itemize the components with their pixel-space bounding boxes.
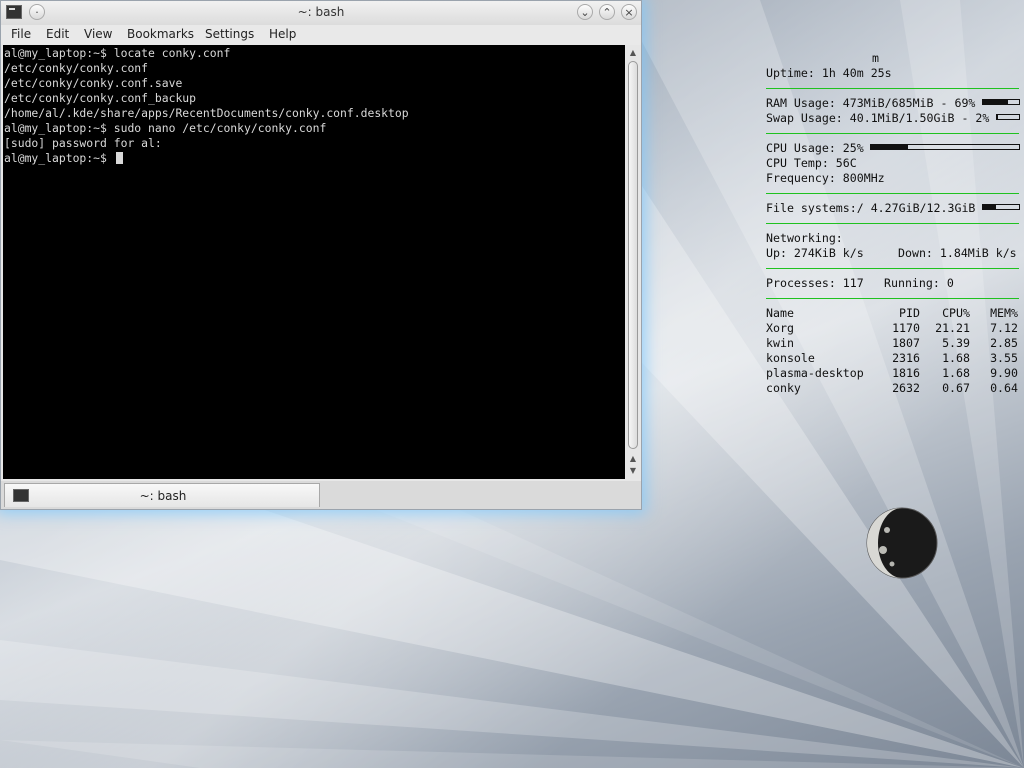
terminal-line: /home/al/.kde/share/apps/RecentDocuments… [4, 106, 409, 120]
cpu-usage: CPU Usage: 25% [766, 141, 864, 155]
terminal-line: [sudo] password for al: [4, 136, 162, 150]
conky-monitor: m Uptime: 1h 40m 25s RAM Usage: 473MiB/6… [766, 0, 1020, 400]
proc-pid: 2316 [892, 351, 920, 365]
menu-view[interactable]: View [84, 27, 112, 41]
proc-header-mem: MEM% [990, 306, 1018, 320]
scroll-down-icon[interactable]: ▼ [626, 465, 640, 477]
proc-mem: 2.85 [990, 336, 1018, 350]
proc-header-pid: PID [899, 306, 920, 320]
processes-count: Processes: 117 [766, 276, 864, 290]
terminal-line: al@my_laptop:~$ sudo nano /etc/conky/con… [4, 121, 327, 135]
conky-header: m [872, 51, 879, 65]
proc-mem: 7.12 [990, 321, 1018, 335]
cpu-bar [870, 144, 1020, 150]
minimize-button[interactable]: ⌄ [577, 4, 593, 20]
proc-mem: 0.64 [990, 381, 1018, 395]
menu-help[interactable]: Help [269, 27, 296, 41]
proc-name: kwin [766, 336, 794, 350]
divider [766, 268, 1019, 269]
tab-bash[interactable]: ~: bash [4, 483, 320, 507]
menu-edit[interactable]: Edit [46, 27, 69, 41]
cpu-bar-fill [871, 145, 908, 149]
terminal-line: /etc/conky/conky.conf.save [4, 76, 183, 90]
proc-header-cpu: CPU% [942, 306, 970, 320]
scrollbar-thumb[interactable] [628, 61, 638, 449]
swap-bar [996, 114, 1020, 120]
text-cursor [115, 152, 123, 164]
close-button[interactable]: × [621, 4, 637, 20]
ram-bar-fill [983, 100, 1008, 104]
window-title: ~: bash [297, 5, 345, 19]
scroll-up-icon[interactable]: ▲ [626, 453, 640, 465]
proc-pid: 1170 [892, 321, 920, 335]
terminal-line: al@my_laptop:~$ locate conky.conf [4, 46, 231, 60]
terminal-line: /etc/conky/conky.conf_backup [4, 91, 197, 105]
terminal-prompt-line: al@my_laptop:~$ [4, 151, 123, 165]
cpu-temp: CPU Temp: 56C [766, 156, 857, 170]
divider [766, 133, 1019, 134]
proc-cpu: 1.68 [942, 351, 970, 365]
moon-phase-icon [866, 507, 938, 579]
maximize-button[interactable]: ⌃ [599, 4, 615, 20]
net-down: Down: 1.84MiB k/s [898, 246, 1017, 260]
terminal-line: /etc/conky/conky.conf [4, 61, 149, 75]
title-bar[interactable]: · ~: bash ⌄ ⌃ × [1, 1, 641, 25]
proc-cpu: 21.21 [935, 321, 970, 335]
proc-header-name: Name [766, 306, 794, 320]
terminal-scrollbar[interactable]: ▲ ▲ ▼ [626, 45, 640, 479]
proc-pid: 1807 [892, 336, 920, 350]
proc-name: Xorg [766, 321, 794, 335]
menu-bookmarks[interactable]: Bookmarks [127, 27, 194, 41]
proc-cpu: 5.39 [942, 336, 970, 350]
divider [766, 298, 1019, 299]
proc-cpu: 0.67 [942, 381, 970, 395]
fs-bar [982, 204, 1020, 210]
divider [766, 88, 1019, 89]
file-systems: File systems:/ 4.27GiB/12.3GiB [766, 201, 976, 215]
ram-usage: RAM Usage: 473MiB/685MiB - 69% [766, 96, 976, 110]
scroll-up-icon[interactable]: ▲ [626, 47, 640, 59]
menu-settings[interactable]: Settings [205, 27, 254, 41]
terminal-prompt: al@my_laptop:~$ [4, 151, 114, 165]
divider [766, 223, 1019, 224]
proc-pid: 1816 [892, 366, 920, 380]
ram-bar [982, 99, 1020, 105]
proc-name: konsole [766, 351, 815, 365]
fs-bar-fill [983, 205, 996, 209]
divider [766, 193, 1019, 194]
swap-usage: Swap Usage: 40.1MiB/1.50GiB - 2% [766, 111, 990, 125]
proc-mem: 3.55 [990, 351, 1018, 365]
networking-label: Networking: [766, 231, 843, 245]
net-up: Up: 274KiB k/s [766, 246, 864, 260]
running-count: Running: 0 [884, 276, 954, 290]
konsole-window[interactable]: · ~: bash ⌄ ⌃ × File Edit View Bookmarks… [0, 0, 642, 510]
proc-pid: 2632 [892, 381, 920, 395]
proc-mem: 9.90 [990, 366, 1018, 380]
cpu-frequency: Frequency: 800MHz [766, 171, 885, 185]
menu-bar: File Edit View Bookmarks Settings Help [1, 25, 641, 45]
proc-name: plasma-desktop [766, 366, 864, 380]
proc-cpu: 1.68 [942, 366, 970, 380]
tab-bar: ~: bash [1, 481, 641, 509]
tab-label: ~: bash [139, 489, 187, 503]
menu-file[interactable]: File [11, 27, 31, 41]
terminal-output[interactable]: al@my_laptop:~$ locate conky.conf /etc/c… [3, 45, 625, 479]
uptime: Uptime: 1h 40m 25s [766, 66, 892, 80]
proc-name: conky [766, 381, 801, 395]
